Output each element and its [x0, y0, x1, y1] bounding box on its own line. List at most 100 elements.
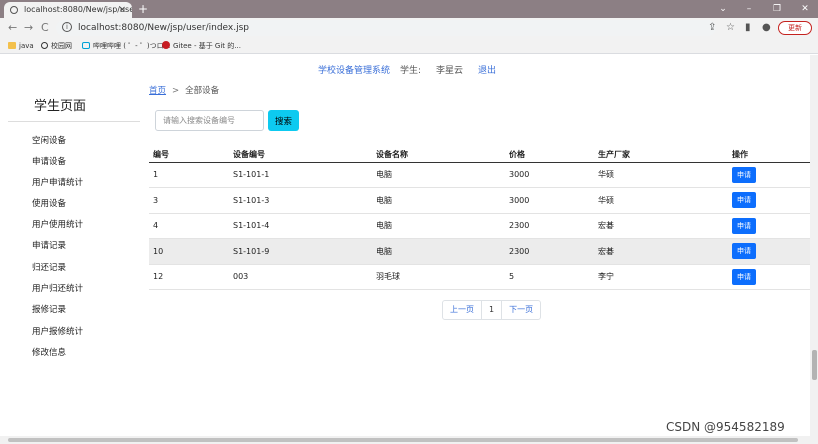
breadcrumb-current: 全部设备: [185, 86, 220, 96]
cell-id: 1: [149, 162, 229, 188]
new-tab-button[interactable]: +: [138, 1, 148, 17]
forward-arrow-icon[interactable]: →: [24, 21, 33, 35]
bookmark-label: 哔哩哔哩 ( ゜- ゜)つロ...: [93, 42, 171, 50]
star-icon[interactable]: ☆: [726, 21, 735, 35]
table-row: 10 S1-101-9 电脑 2300 宏碁 申请: [149, 238, 818, 265]
sidebar-item-use-device[interactable]: 使用设备: [32, 198, 66, 210]
sidebar-item-edit-profile[interactable]: 修改信息: [32, 347, 66, 359]
cell-device-code: 003: [229, 264, 372, 290]
browser-toolbar: ← → C i localhost:8080/New/jsp/user/inde…: [0, 18, 818, 38]
scrollbar-thumb[interactable]: [8, 438, 798, 442]
apply-button[interactable]: 申请: [732, 268, 756, 285]
table-row: 12 003 羽毛球 5 李宁 申请: [149, 264, 818, 290]
cell-manufacturer: 华硕: [594, 187, 728, 214]
browser-tab[interactable]: localhost:8080/New/jsp/user/ ×: [4, 2, 132, 18]
sidebar-item-idle-devices[interactable]: 空闲设备: [32, 135, 66, 147]
apply-button[interactable]: 申请: [732, 217, 756, 234]
sidepanel-icon[interactable]: ▮: [745, 21, 751, 35]
col-header-device-code: 设备编号: [229, 145, 372, 163]
top-nav: 学校设备管理系统 学生: 李星云 退出: [0, 64, 818, 78]
tab-search-icon[interactable]: ⌄: [710, 0, 736, 18]
cell-price: 3000: [505, 162, 594, 188]
bookmark-java[interactable]: java: [8, 40, 34, 52]
cell-id: 3: [149, 187, 229, 214]
info-icon[interactable]: i: [62, 22, 72, 32]
back-arrow-icon[interactable]: ←: [8, 21, 17, 35]
cell-action: 申请: [728, 238, 818, 265]
breadcrumb-home[interactable]: 首页: [149, 86, 166, 96]
watermark: CSDN @954582189: [666, 420, 785, 434]
sidebar-item-apply-records[interactable]: 申请记录: [32, 240, 66, 252]
apply-button[interactable]: 申请: [732, 192, 756, 209]
scrollbar-thumb[interactable]: [812, 350, 817, 380]
bookmark-label: java: [19, 42, 34, 50]
browser-titlebar: localhost:8080/New/jsp/user/ × + ⌄ – ❐ ✕: [0, 0, 818, 18]
update-button[interactable]: 更新: [778, 21, 812, 35]
device-table: 编号 设备编号 设备名称 价格 生产厂家 操作 1 S1-101-1 电脑 30…: [149, 145, 818, 290]
col-header-id: 编号: [149, 145, 229, 163]
window-close-button[interactable]: ✕: [792, 0, 818, 18]
brand-link[interactable]: 学校设备管理系统: [318, 64, 390, 78]
cell-device-name: 电脑: [372, 162, 505, 188]
globe-icon: [41, 42, 48, 49]
sidebar-item-return-records[interactable]: 归还记录: [32, 262, 66, 274]
logout-link[interactable]: 退出: [478, 64, 496, 78]
cell-device-name: 电脑: [372, 238, 505, 265]
bilibili-icon: [82, 42, 90, 49]
globe-icon: [10, 6, 18, 14]
cell-manufacturer: 李宁: [594, 264, 728, 290]
cell-device-code: S1-101-3: [229, 187, 372, 214]
pagination: 上一页 1 下一页: [442, 300, 542, 320]
gitee-icon: [162, 41, 170, 49]
cell-device-code: S1-101-4: [229, 213, 372, 239]
horizontal-scrollbar[interactable]: [0, 436, 818, 444]
reload-icon[interactable]: C: [41, 21, 49, 35]
bookmarks-bar: java 校园网 哔哩哔哩 ( ゜- ゜)つロ... Gitee - 基于 Gi…: [0, 38, 818, 54]
prev-page-link[interactable]: 上一页: [443, 301, 481, 319]
sidebar-item-repair-stats[interactable]: 用户报修统计: [32, 326, 83, 338]
close-icon[interactable]: ×: [118, 2, 126, 18]
sidebar-item-return-stats[interactable]: 用户归还统计: [32, 283, 83, 295]
user-name: 李星云: [436, 66, 464, 76]
bookmark-campus[interactable]: 校园网: [41, 40, 72, 52]
minimize-button[interactable]: –: [736, 0, 762, 18]
next-page-link[interactable]: 下一页: [501, 301, 540, 319]
bookmark-gitee[interactable]: Gitee - 基于 Git 的...: [162, 40, 241, 52]
vertical-scrollbar[interactable]: [810, 55, 818, 436]
bookmark-bilibili[interactable]: 哔哩哔哩 ( ゜- ゜)つロ...: [82, 40, 170, 52]
profile-icon[interactable]: ●: [762, 21, 771, 35]
cell-action: 申请: [728, 187, 818, 214]
bookmark-label: Gitee - 基于 Git 的...: [173, 42, 241, 50]
cell-device-code: S1-101-1: [229, 162, 372, 188]
breadcrumb-separator: >: [172, 86, 180, 96]
address-url: localhost:8080/New/jsp/user/index.jsp: [78, 23, 250, 33]
cell-device-name: 电脑: [372, 187, 505, 214]
cell-price: 2300: [505, 213, 594, 239]
cell-action: 申请: [728, 213, 818, 239]
maximize-button[interactable]: ❐: [764, 0, 790, 18]
sidebar-item-apply-device[interactable]: 申请设备: [32, 156, 66, 168]
sidebar-item-repair-records[interactable]: 报修记录: [32, 304, 66, 316]
cell-manufacturer: 宏碁: [594, 238, 728, 265]
col-header-price: 价格: [505, 145, 594, 163]
cell-action: 申请: [728, 162, 818, 188]
sidebar-item-apply-stats[interactable]: 用户申请统计: [32, 177, 83, 189]
share-icon[interactable]: ⇪: [708, 21, 716, 35]
breadcrumb: 首页 > 全部设备: [149, 85, 219, 97]
sidebar-divider: [8, 121, 140, 122]
apply-button[interactable]: 申请: [732, 243, 756, 260]
col-header-device-name: 设备名称: [372, 145, 505, 163]
cell-manufacturer: 华硕: [594, 162, 728, 188]
table-row: 3 S1-101-3 电脑 3000 华硕 申请: [149, 187, 818, 214]
user-role-label: 学生:: [400, 66, 422, 76]
cell-device-name: 电脑: [372, 213, 505, 239]
address-bar[interactable]: i localhost:8080/New/jsp/user/index.jsp: [56, 20, 716, 36]
sidebar-item-use-stats[interactable]: 用户使用统计: [32, 219, 83, 231]
apply-button[interactable]: 申请: [732, 166, 756, 183]
cell-manufacturer: 宏碁: [594, 213, 728, 239]
table-row: 4 S1-101-4 电脑 2300 宏碁 申请: [149, 213, 818, 239]
current-page[interactable]: 1: [481, 301, 501, 319]
search-input[interactable]: [155, 110, 264, 131]
search-button[interactable]: 搜索: [268, 110, 299, 131]
cell-id: 10: [149, 238, 229, 265]
